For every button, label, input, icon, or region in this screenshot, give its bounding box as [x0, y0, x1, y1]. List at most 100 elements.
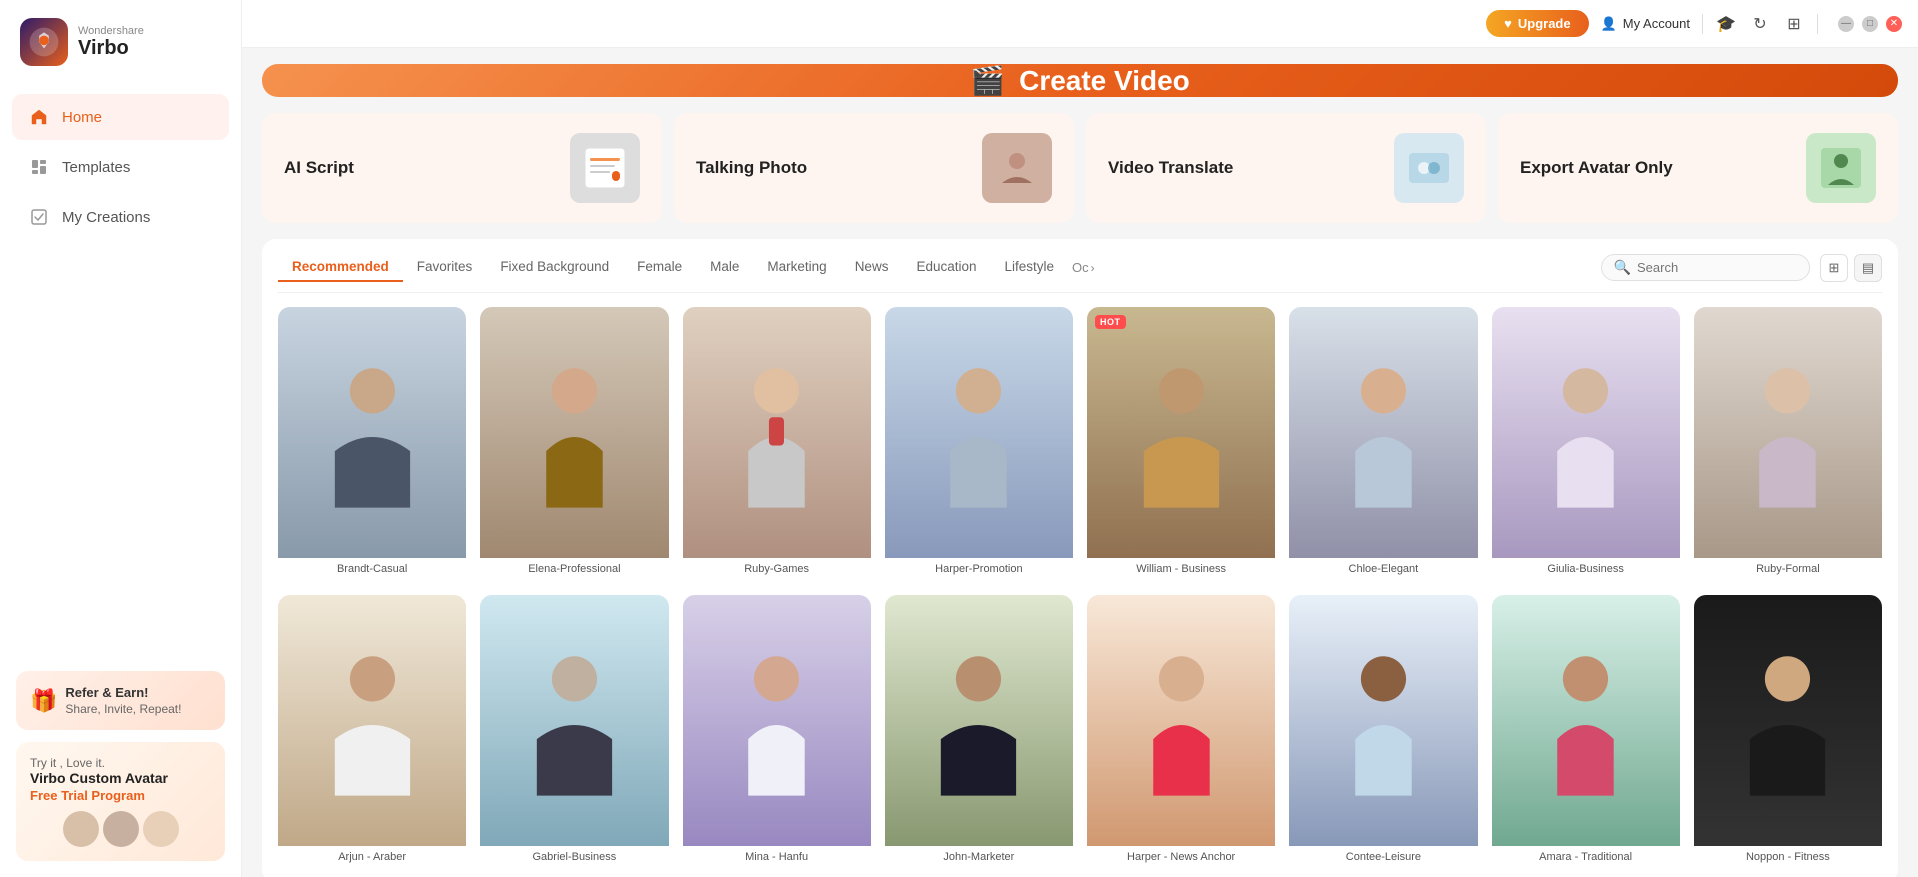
search-input[interactable]: [1637, 260, 1797, 275]
free-trial-label: Free Trial Program: [30, 788, 211, 803]
avatar-name-contee: Contee-Leisure: [1289, 846, 1477, 869]
logo-icon: [20, 18, 68, 66]
avatar-card-ruby-games[interactable]: Ruby-Games: [683, 307, 871, 581]
sidebar: Wondershare Virbo Home Templates: [0, 0, 242, 877]
filter-tab-fixed-bg[interactable]: Fixed Background: [486, 253, 623, 282]
chevron-right-icon: ›: [1091, 261, 1095, 275]
main-area: ♥ Upgrade 👤 My Account 🎓 ↻ ⊞ — □ ✕ 🎬: [242, 0, 1918, 877]
avatar-img-noppon: [1694, 595, 1882, 846]
avatar-card-contee[interactable]: Contee-Leisure: [1289, 595, 1477, 869]
avatar-img-harper-news: [1087, 595, 1275, 846]
avatar-card-amara[interactable]: Amara - Traditional: [1492, 595, 1680, 869]
talking-photo-thumb: [982, 133, 1052, 203]
avatar-card-arjun[interactable]: Arjun - Araber: [278, 595, 466, 869]
export-avatar-card[interactable]: Export Avatar Only: [1498, 113, 1898, 223]
sidebar-item-home[interactable]: Home: [12, 94, 229, 140]
virbo-custom-label: Virbo Custom Avatar: [30, 770, 211, 786]
video-translate-card[interactable]: Video Translate: [1086, 113, 1486, 223]
titlebar-actions: ♥ Upgrade 👤 My Account 🎓 ↻ ⊞ — □ ✕: [1486, 10, 1902, 37]
avatar-img-john: [885, 595, 1073, 846]
avatar-img-elena: [480, 307, 668, 558]
avatar-name-noppon: Noppon - Fitness: [1694, 846, 1882, 869]
filter-tab-female[interactable]: Female: [623, 253, 696, 282]
titlebar-divider: [1702, 14, 1703, 34]
gift-icon[interactable]: 🎓: [1715, 13, 1737, 35]
avatar-card-william[interactable]: HOT William - Business: [1087, 307, 1275, 581]
grid-view-button-2[interactable]: ▤: [1854, 254, 1882, 282]
avatar-img-ruby-formal: [1694, 307, 1882, 558]
avatar-card-harper-news[interactable]: Harper - News Anchor: [1087, 595, 1275, 869]
avatar-name-elena: Elena-Professional: [480, 558, 668, 581]
sidebar-bottom: 🎁 Refer & Earn! Share, Invite, Repeat! T…: [0, 655, 241, 877]
avatar-name-brandt: Brandt-Casual: [278, 558, 466, 581]
avatar-grid: Brandt-Casual Elena-Professional: [278, 307, 1882, 869]
ai-script-thumb: [570, 133, 640, 203]
grid-view-button-1[interactable]: ⊞: [1820, 254, 1848, 282]
avatar-card-chloe[interactable]: Chloe-Elegant: [1289, 307, 1477, 581]
filter-tab-recommended[interactable]: Recommended: [278, 253, 403, 282]
my-creations-icon: [28, 206, 50, 228]
maximize-button[interactable]: □: [1862, 16, 1878, 32]
avatar-card-brandt[interactable]: Brandt-Casual: [278, 307, 466, 581]
account-icon: 👤: [1601, 16, 1617, 32]
sidebar-item-my-creations[interactable]: My Creations: [12, 194, 229, 240]
filter-tab-male[interactable]: Male: [696, 253, 753, 282]
create-video-icon: 🎬: [970, 64, 1005, 97]
virbo-custom-avatar-card[interactable]: Try it , Love it. Virbo Custom Avatar Fr…: [16, 742, 225, 861]
content-area: 🎬 Create Video AI Script T: [242, 48, 1918, 877]
try-it-label: Try it , Love it.: [30, 756, 211, 770]
avatar-name-ruby-formal: Ruby-Formal: [1694, 558, 1882, 581]
filter-more-button[interactable]: Oc ›: [1072, 260, 1095, 275]
avatar-card-mina[interactable]: Mina - Hanfu: [683, 595, 871, 869]
avatar-name-harper-news: Harper - News Anchor: [1087, 846, 1275, 869]
avatar-card-giulia[interactable]: Giulia-Business: [1492, 307, 1680, 581]
sidebar-nav: Home Templates My Creations: [0, 84, 241, 250]
logo-area: Wondershare Virbo: [0, 0, 241, 84]
search-box: 🔍: [1601, 254, 1810, 281]
filter-tab-lifestyle[interactable]: Lifestyle: [991, 253, 1069, 282]
refer-earn-card[interactable]: 🎁 Refer & Earn! Share, Invite, Repeat!: [16, 671, 225, 730]
refer-earn-subtitle: Share, Invite, Repeat!: [65, 702, 181, 716]
filter-row: Recommended Favorites Fixed Background F…: [278, 253, 1882, 293]
avatar-name-chloe: Chloe-Elegant: [1289, 558, 1477, 581]
titlebar: ♥ Upgrade 👤 My Account 🎓 ↻ ⊞ — □ ✕: [242, 0, 1918, 48]
create-video-banner[interactable]: 🎬 Create Video: [262, 64, 1898, 97]
heart-icon: ♥: [1504, 16, 1512, 31]
avatar-name-giulia: Giulia-Business: [1492, 558, 1680, 581]
avatar-card-elena[interactable]: Elena-Professional: [480, 307, 668, 581]
avatar-img-gabriel: [480, 595, 668, 846]
app-name-label: Virbo: [78, 37, 144, 60]
sidebar-item-my-creations-label: My Creations: [62, 209, 150, 226]
refresh-icon[interactable]: ↻: [1749, 13, 1771, 35]
sidebar-item-templates[interactable]: Templates: [12, 144, 229, 190]
filter-tab-marketing[interactable]: Marketing: [753, 253, 840, 282]
filter-tab-education[interactable]: Education: [902, 253, 990, 282]
avatar-card-gabriel[interactable]: Gabriel-Business: [480, 595, 668, 869]
sidebar-item-templates-label: Templates: [62, 159, 130, 176]
grid-view-controls: ⊞ ▤: [1820, 254, 1882, 282]
avatar-img-contee: [1289, 595, 1477, 846]
filter-tab-news[interactable]: News: [841, 253, 903, 282]
close-button[interactable]: ✕: [1886, 16, 1902, 32]
filter-tab-favorites[interactable]: Favorites: [403, 253, 487, 282]
sidebar-item-home-label: Home: [62, 109, 102, 126]
upgrade-button[interactable]: ♥ Upgrade: [1486, 10, 1588, 37]
avatar-img-arjun: [278, 595, 466, 846]
titlebar-divider2: [1817, 14, 1818, 34]
avatar-card-harper-promo[interactable]: Harper-Promotion: [885, 307, 1073, 581]
talking-photo-card[interactable]: Talking Photo: [674, 113, 1074, 223]
avatar-card-john[interactable]: John-Marketer: [885, 595, 1073, 869]
avatar-name-mina: Mina - Hanfu: [683, 846, 871, 869]
avatar-card-noppon[interactable]: Noppon - Fitness: [1694, 595, 1882, 869]
window-controls: — □ ✕: [1838, 16, 1902, 32]
avatar-card-ruby-formal[interactable]: Ruby-Formal: [1694, 307, 1882, 581]
grid-icon[interactable]: ⊞: [1783, 13, 1805, 35]
avatar-img-chloe: [1289, 307, 1477, 558]
avatar-img-harper-promo: [885, 307, 1073, 558]
hot-badge: HOT: [1095, 315, 1126, 329]
avatar-img-brandt: [278, 307, 466, 558]
minimize-button[interactable]: —: [1838, 16, 1854, 32]
avatar-name-harper-promo: Harper-Promotion: [885, 558, 1073, 581]
my-account-button[interactable]: 👤 My Account: [1601, 16, 1690, 32]
ai-script-card[interactable]: AI Script: [262, 113, 662, 223]
